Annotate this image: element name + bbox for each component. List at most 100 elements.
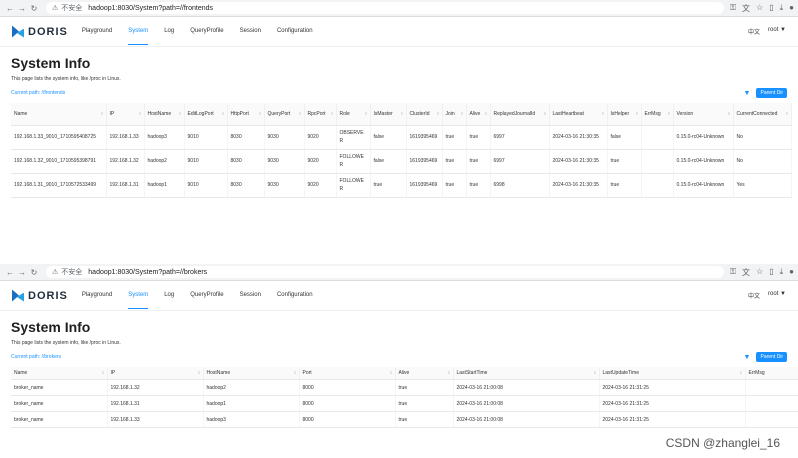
star-icon[interactable]: ☆ — [756, 267, 763, 278]
column-header[interactable]: Version ⇕ — [673, 103, 734, 126]
current-path[interactable]: Current path: //brokers — [11, 354, 61, 360]
sort-icon[interactable]: ⇕ — [221, 110, 224, 118]
column-header[interactable]: ClusterId ⇕ — [406, 103, 443, 126]
profile-icon[interactable]: ● — [789, 267, 794, 278]
profile-icon[interactable]: ● — [789, 3, 794, 14]
language-switch[interactable]: 中文 — [748, 291, 760, 300]
nav-system[interactable]: System — [128, 18, 149, 45]
doris-logo[interactable]: DORIS — [12, 289, 68, 302]
watermark: CSDN @zhanglei_16 — [665, 436, 780, 450]
address-bar[interactable]: ⚠ 不安全 hadoop1:8030/System?path=//brokers — [46, 266, 724, 278]
column-header[interactable]: CurrentConnected ⇕ — [733, 103, 792, 126]
sort-icon[interactable]: ⇕ — [667, 110, 670, 118]
sort-icon[interactable]: ⇕ — [635, 110, 638, 118]
column-header[interactable]: ErrMsg⇕ — [745, 367, 798, 380]
column-header[interactable]: IP ⇕ — [107, 367, 204, 380]
user-menu[interactable]: root ▼ — [768, 27, 786, 36]
column-header[interactable]: RpcPort ⇕ — [304, 103, 337, 126]
back-icon[interactable]: ← — [4, 4, 16, 13]
column-header[interactable]: IsHelper ⇕ — [607, 103, 642, 126]
column-header[interactable]: HostName ⇕ — [203, 367, 300, 380]
forward-icon[interactable]: → — [16, 4, 28, 13]
sidebar-icon[interactable]: ▯ — [769, 3, 773, 14]
sort-icon[interactable]: ⇕ — [100, 110, 103, 118]
current-path[interactable]: Current path: //frontends — [11, 90, 65, 96]
sort-icon[interactable]: ⇕ — [447, 369, 450, 377]
nav-log[interactable]: Log — [164, 282, 174, 309]
reload-icon[interactable]: ↻ — [28, 268, 40, 277]
sort-icon[interactable]: ⇕ — [138, 110, 141, 118]
table-cell: hadoop3 — [203, 411, 300, 428]
column-header[interactable]: Port ⇕ — [299, 367, 396, 380]
translate-icon[interactable]: 文 — [742, 267, 750, 278]
column-header[interactable]: IP ⇕ — [106, 103, 145, 126]
sort-icon[interactable]: ⇕ — [727, 110, 730, 118]
column-header[interactable]: IsMaster ⇕ — [370, 103, 407, 126]
key-icon[interactable]: ⚿ — [730, 3, 736, 14]
nav-playground[interactable]: Playground — [82, 282, 112, 309]
sidebar-icon[interactable]: ▯ — [769, 267, 773, 278]
sort-icon[interactable]: ⇕ — [258, 110, 261, 118]
sort-icon[interactable]: ⇕ — [101, 369, 104, 377]
sort-icon[interactable]: ⇕ — [364, 110, 367, 118]
sort-icon[interactable]: ⇕ — [330, 110, 333, 118]
column-header[interactable]: EditLogPort ⇕ — [184, 103, 228, 126]
nav-session[interactable]: Session — [240, 282, 261, 309]
column-header[interactable]: Alive ⇕ — [395, 367, 454, 380]
doris-logo[interactable]: DORIS — [12, 25, 68, 38]
forward-icon[interactable]: → — [16, 268, 28, 277]
star-icon[interactable]: ☆ — [756, 3, 763, 14]
nav-log[interactable]: Log — [164, 18, 174, 45]
column-header[interactable]: HttpPort ⇕ — [227, 103, 265, 126]
sort-icon[interactable]: ⇕ — [543, 110, 546, 118]
user-menu[interactable]: root ▼ — [768, 291, 786, 300]
download-icon[interactable]: ⤓ — [780, 3, 784, 14]
column-header[interactable]: Alive ⇕ — [466, 103, 491, 126]
column-header[interactable]: ErrMsg⇕ — [641, 103, 674, 126]
nav-configuration[interactable]: Configuration — [277, 18, 313, 45]
nav-system[interactable]: System — [128, 282, 149, 309]
column-header[interactable]: HostName ⇕ — [144, 103, 185, 126]
parent-dir-button[interactable]: Parent Dir — [756, 88, 787, 98]
sort-icon[interactable]: ⇕ — [436, 110, 439, 118]
column-header-label: RpcPort — [307, 110, 326, 117]
sort-icon[interactable]: ⇕ — [298, 110, 301, 118]
sort-icon[interactable]: ⇕ — [460, 110, 463, 118]
doris-logo-icon — [12, 25, 24, 38]
reload-icon[interactable]: ↻ — [28, 4, 40, 13]
nav-queryprofile[interactable]: QueryProfile — [190, 18, 223, 45]
column-header[interactable]: LastUpdateTime ⇕ — [599, 367, 746, 380]
nav-configuration[interactable]: Configuration — [277, 282, 313, 309]
nav-playground[interactable]: Playground — [82, 18, 112, 45]
sort-icon[interactable]: ⇕ — [601, 110, 604, 118]
sort-icon[interactable]: ⇕ — [197, 369, 200, 377]
sort-icon[interactable]: ⇕ — [293, 369, 296, 377]
language-switch[interactable]: 中文 — [748, 27, 760, 36]
download-icon[interactable]: ⤓ — [780, 267, 784, 278]
sort-icon[interactable]: ⇕ — [484, 110, 487, 118]
sort-icon[interactable]: ⇕ — [739, 369, 742, 377]
nav-queryprofile[interactable]: QueryProfile — [190, 282, 223, 309]
column-header[interactable]: Join ⇕ — [442, 103, 467, 126]
sort-icon[interactable]: ⇕ — [400, 110, 403, 118]
column-header[interactable]: Name ⇕ — [11, 367, 108, 380]
parent-dir-button[interactable]: Parent Dir — [756, 352, 787, 362]
column-header[interactable]: LastHeartbeat ⇕ — [549, 103, 608, 126]
column-header[interactable]: ReplayedJournalId ⇕ — [490, 103, 550, 126]
sort-icon[interactable]: ⇕ — [785, 110, 788, 118]
filter-icon[interactable]: ▼ — [744, 90, 751, 97]
column-header[interactable]: Name ⇕ — [11, 103, 107, 126]
nav-session[interactable]: Session — [240, 18, 261, 45]
back-icon[interactable]: ← — [4, 268, 16, 277]
column-header[interactable]: QueryPort ⇕ — [264, 103, 305, 126]
sort-icon[interactable]: ⇕ — [389, 369, 392, 377]
sort-icon[interactable]: ⇕ — [178, 110, 181, 118]
column-header[interactable]: Role ⇕ — [336, 103, 371, 126]
doris-logo-icon — [12, 289, 24, 302]
sort-icon[interactable]: ⇕ — [593, 369, 596, 377]
address-bar[interactable]: ⚠ 不安全 hadoop1:8030/System?path=//fronten… — [46, 2, 724, 14]
translate-icon[interactable]: 文 — [742, 3, 750, 14]
filter-icon[interactable]: ▼ — [744, 354, 751, 361]
key-icon[interactable]: ⚿ — [730, 267, 736, 278]
column-header[interactable]: LastStartTime ⇕ — [453, 367, 600, 380]
